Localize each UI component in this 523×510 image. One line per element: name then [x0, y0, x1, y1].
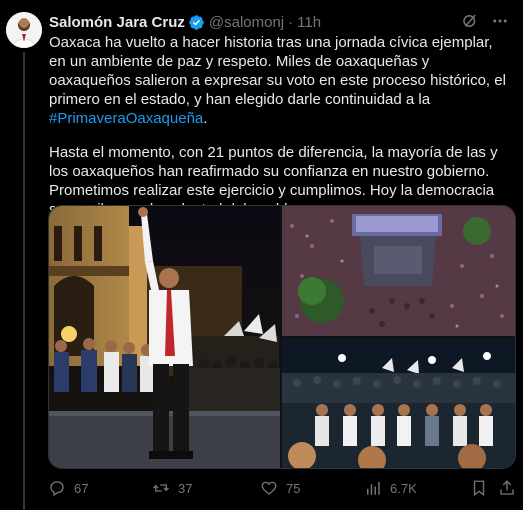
hashtag-link[interactable]: #PrimaveraOaxaqueña: [49, 110, 203, 127]
tweet-header: Salomón Jara Cruz @salomonj · 11h: [49, 12, 321, 32]
timestamp[interactable]: 11h: [297, 14, 321, 31]
reply-button[interactable]: 67: [48, 479, 88, 497]
photo-stage-celebration[interactable]: [49, 206, 280, 468]
repost-count: 37: [178, 480, 193, 496]
thread-line: [23, 52, 25, 510]
share-icon: [500, 480, 514, 495]
like-count: 75: [286, 480, 301, 496]
media-grid: [48, 205, 516, 469]
bookmark-button[interactable]: [470, 479, 488, 497]
top-right-actions: [461, 12, 509, 30]
like-button[interactable]: 75: [260, 479, 300, 497]
repost-icon: [153, 484, 169, 492]
reply-icon: [50, 481, 64, 496]
views-count: 6.7K: [390, 480, 417, 496]
separator-dot: ·: [288, 13, 294, 31]
reply-count: 67: [74, 480, 89, 496]
tweet-paragraph-1: Oaxaca ha vuelto a hacer historia tras u…: [49, 33, 511, 128]
grok-icon[interactable]: [461, 12, 479, 30]
paragraph-1-end: .: [203, 110, 208, 127]
views-button[interactable]: 6.7K: [364, 479, 417, 497]
avatar[interactable]: [6, 12, 42, 48]
like-icon: [261, 481, 277, 495]
photo-aerial-crowd[interactable]: [282, 206, 515, 336]
bookmark-icon: [473, 480, 485, 497]
photo-night-crowd[interactable]: [282, 338, 515, 468]
author-name[interactable]: Salomón Jara Cruz: [49, 14, 185, 31]
more-icon[interactable]: [491, 12, 509, 30]
share-button[interactable]: [498, 479, 516, 497]
author-handle[interactable]: @salomonj: [209, 14, 284, 31]
tweet-text: Oaxaca ha vuelto a hacer historia tras u…: [49, 33, 511, 234]
repost-button[interactable]: 37: [152, 479, 192, 497]
tweet[interactable]: Salomón Jara Cruz @salomonj · 11h Oaxaca…: [0, 0, 523, 510]
paragraph-1-text: Oaxaca ha vuelto a hacer historia tras u…: [49, 34, 506, 108]
verified-badge-icon[interactable]: [188, 14, 205, 31]
tweet-actions: 67 37 75 6.7K: [48, 478, 514, 498]
views-icon: [367, 482, 380, 495]
